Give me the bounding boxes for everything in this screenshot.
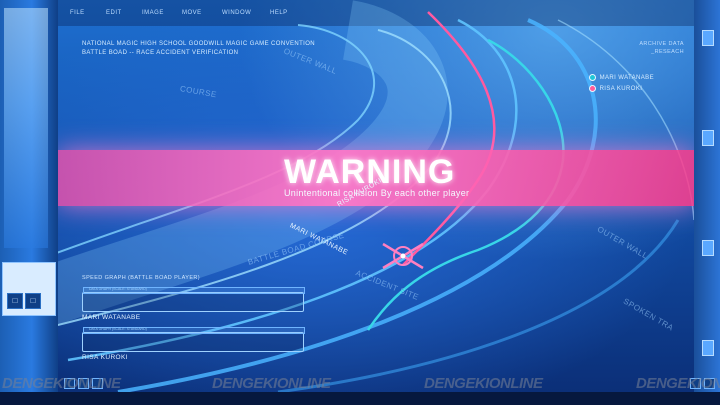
graph-caption: DATA GRAPH (SCALE: STANDARD) [89,287,147,291]
header-line-1: NATIONAL MAGIC HIGH SCHOOL GOODWILL MAGI… [82,41,316,47]
header-line-2: BATTLE BOAD -- RACE ACCIDENT VERIFICATIO… [82,50,239,56]
archive-label: ARCHIVE DATA _RESEACH [639,40,684,56]
legend-label: MARI WATANABE [599,74,654,81]
legend-item-mari: MARI WATANABE [588,72,654,83]
watermark: DENGEKIONLINE [212,375,331,392]
legend-item-risa: RISA KUROKI [588,83,654,94]
watermark: DENGEKIONLINE [2,375,121,392]
legend-dot-icon [588,74,596,81]
analysis-screen: FILE EDIT IMAGE MOVE WINDOW HELP NATIONA… [58,0,694,392]
side-control-panel: □ □ [2,262,56,316]
speed-graph-title: SPEED GRAPH (BATTLE BOAD PLAYER) [82,275,201,281]
archive-line-2: _RESEACH [651,49,684,55]
right-indicator [702,130,714,146]
player-legend: MARI WATANABE RISA KUROKI [588,72,654,94]
warning-subtitle: Unintentional collision By each other pl… [284,188,470,198]
legend-label: RISA KUROKI [599,85,643,92]
header-text: NATIONAL MAGIC HIGH SCHOOL GOODWILL MAGI… [82,40,315,58]
watermark: DENGEKIONLINE [636,375,720,392]
legend-dot-icon [588,85,596,92]
left-bezel: □ □ [0,0,58,405]
archive-line-1: ARCHIVE DATA [639,41,684,47]
graph-caption: DATA GRAPH (SCALE: STANDARD) [89,327,147,331]
right-indicator [702,240,714,256]
right-bezel [694,0,720,405]
bottom-strip [0,392,720,405]
watermark: DENGEKIONLINE [424,375,543,392]
bezel-glow [4,8,48,248]
speed-graph-risa: DATA GRAPH (SCALE: STANDARD) [82,327,305,352]
speed-player-mari: MARI WATANABE [82,314,141,321]
speed-player-risa: RISA KUROKI [82,354,128,361]
accident-marker [382,242,424,270]
side-button-1[interactable]: □ [7,293,23,309]
speed-graph-mari: DATA GRAPH (SCALE: STANDARD) [82,287,305,312]
right-indicator [702,340,714,356]
right-indicator [702,30,714,46]
side-button-2[interactable]: □ [25,293,41,309]
